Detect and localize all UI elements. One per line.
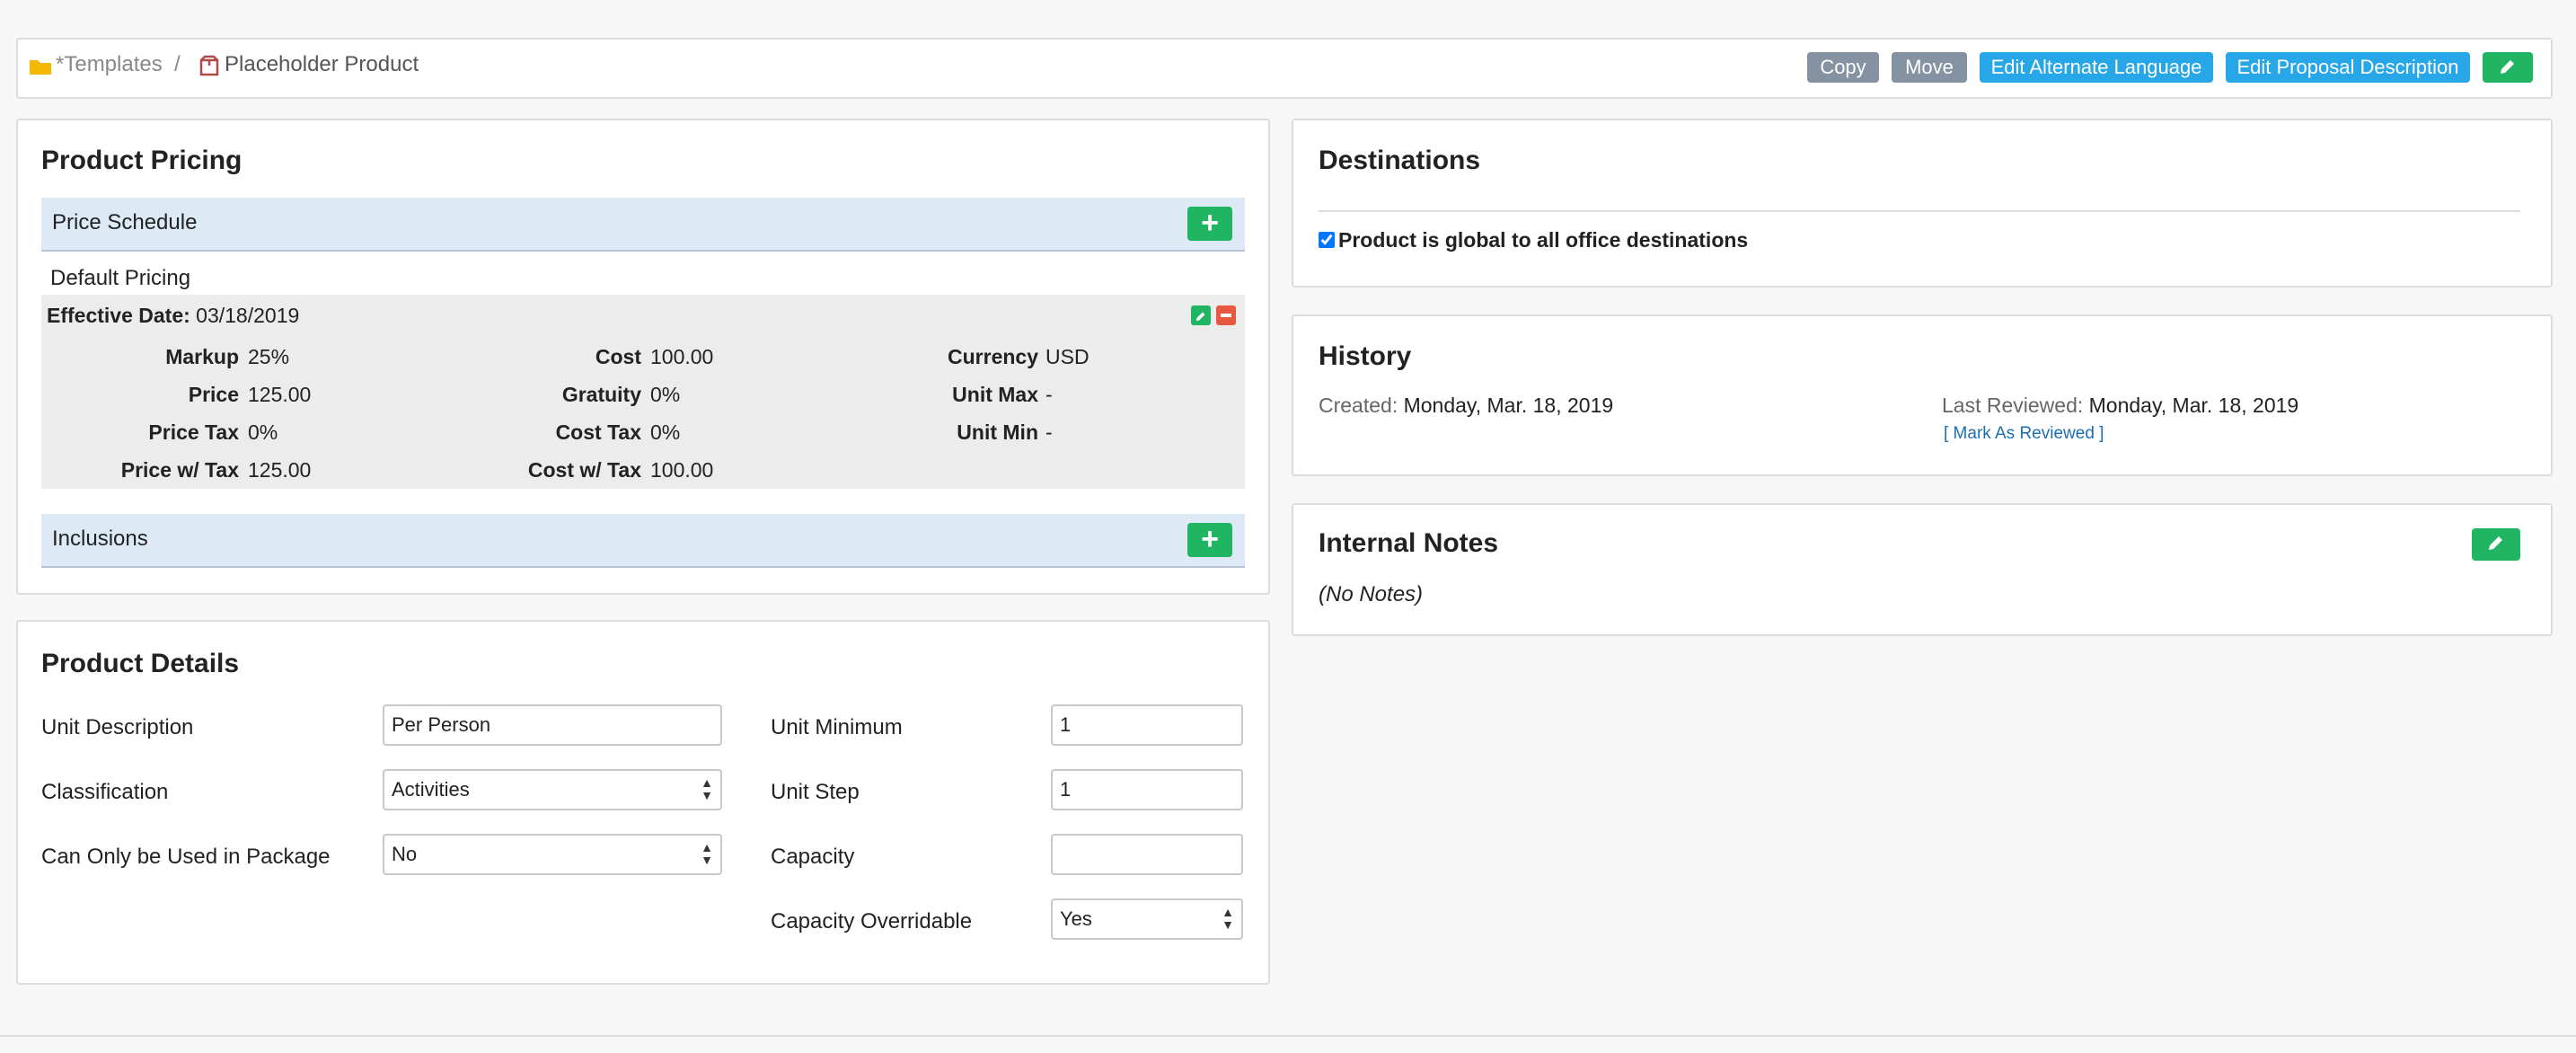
price-schedule-bar: Price Schedule bbox=[41, 198, 1245, 252]
history-title: History bbox=[1319, 341, 1412, 371]
pencil-icon bbox=[1195, 312, 1205, 322]
unit-max-value: - bbox=[1045, 383, 1053, 406]
product-box-icon bbox=[199, 55, 219, 76]
history-created: Created: Monday, Mar. 18, 2019 bbox=[1319, 394, 1613, 418]
markup-label: Markup bbox=[165, 345, 239, 368]
currency-label: Currency bbox=[948, 345, 1038, 368]
internal-notes-panel bbox=[1292, 503, 2553, 636]
capacity-overridable-value: Yes bbox=[1060, 907, 1092, 930]
inclusions-bar: Inclusions bbox=[41, 514, 1245, 568]
effective-date-value: 03/18/2019 bbox=[196, 304, 300, 327]
currency-value: USD bbox=[1045, 345, 1090, 368]
global-destinations-checkbox[interactable] bbox=[1319, 232, 1335, 248]
breadcrumb-product: Placeholder Product bbox=[225, 52, 419, 76]
edit-proposal-description-button[interactable]: Edit Proposal Description bbox=[2226, 52, 2470, 83]
destinations-panel bbox=[1292, 119, 2553, 288]
unit-min-value: - bbox=[1045, 420, 1053, 444]
select-arrows-icon: ▲ ▼ bbox=[1222, 905, 1234, 932]
classification-select[interactable]: Activities ▲ ▼ bbox=[383, 769, 722, 810]
product-details-title: Product Details bbox=[41, 649, 240, 678]
price-value: 125.00 bbox=[248, 383, 312, 406]
edit-pricing-button[interactable] bbox=[1191, 305, 1211, 325]
unit-min-label: Unit Min bbox=[957, 420, 1038, 444]
inclusions-label: Inclusions bbox=[52, 526, 148, 551]
mark-as-reviewed-link[interactable]: [ Mark As Reviewed ] bbox=[1944, 424, 2104, 444]
unit-step-label: Unit Step bbox=[771, 780, 860, 804]
pencil-icon bbox=[2501, 60, 2514, 74]
breadcrumb-separator: / bbox=[174, 52, 181, 76]
price-schedule-label: Price Schedule bbox=[52, 210, 198, 234]
unit-minimum-input[interactable] bbox=[1051, 704, 1243, 746]
cost-with-tax-label: Cost w/ Tax bbox=[527, 458, 641, 482]
created-value: Monday, Mar. 18, 2019 bbox=[1403, 394, 1614, 417]
unit-max-label: Unit Max bbox=[952, 383, 1038, 406]
folder-icon bbox=[30, 60, 51, 75]
delete-pricing-button[interactable] bbox=[1216, 305, 1236, 325]
reviewed-value: Monday, Mar. 18, 2019 bbox=[2088, 394, 2299, 417]
classification-label: Classification bbox=[41, 780, 169, 804]
gratuity-label: Gratuity bbox=[561, 383, 641, 406]
minus-icon bbox=[1221, 314, 1231, 317]
unit-step-input[interactable] bbox=[1051, 769, 1243, 810]
unit-minimum-label: Unit Minimum bbox=[771, 715, 903, 739]
copy-button[interactable]: Copy bbox=[1807, 52, 1879, 83]
cost-with-tax-value: 100.00 bbox=[650, 458, 714, 482]
default-pricing-label: Default Pricing bbox=[50, 266, 191, 290]
effective-date-label: Effective Date: bbox=[47, 304, 190, 327]
cost-tax-label: Cost Tax bbox=[555, 420, 641, 444]
created-label: Created: bbox=[1319, 394, 1398, 417]
edit-alternate-language-button[interactable]: Edit Alternate Language bbox=[1980, 52, 2213, 83]
internal-notes-title: Internal Notes bbox=[1319, 528, 1499, 558]
package-only-value: No bbox=[392, 843, 418, 865]
move-button[interactable]: Move bbox=[1892, 52, 1967, 83]
edit-product-button[interactable] bbox=[2483, 52, 2533, 83]
markup-value: 25% bbox=[248, 345, 290, 368]
cost-value: 100.00 bbox=[650, 345, 714, 368]
pencil-icon bbox=[2489, 536, 2502, 550]
add-price-schedule-button[interactable]: + bbox=[1187, 207, 1232, 241]
add-inclusion-button[interactable]: + bbox=[1187, 523, 1232, 557]
cost-label: Cost bbox=[595, 345, 641, 368]
product-pricing-title: Product Pricing bbox=[41, 146, 243, 175]
edit-notes-button[interactable] bbox=[2472, 528, 2520, 561]
cost-tax-value: 0% bbox=[650, 420, 681, 444]
price-with-tax-label: Price w/ Tax bbox=[120, 458, 239, 482]
breadcrumb-folder-link[interactable]: *Templates bbox=[56, 52, 163, 77]
global-destinations-label: Product is global to all office destinat… bbox=[1338, 228, 1749, 252]
capacity-overridable-select[interactable]: Yes ▲ ▼ bbox=[1051, 898, 1243, 940]
package-only-select[interactable]: No ▲ ▼ bbox=[383, 834, 722, 875]
capacity-overridable-label: Capacity Overridable bbox=[771, 909, 973, 934]
unit-description-input[interactable] bbox=[383, 704, 722, 746]
destinations-divider bbox=[1319, 210, 2520, 212]
capacity-label: Capacity bbox=[771, 845, 855, 869]
price-label: Price bbox=[188, 383, 239, 406]
notes-empty-text: (No Notes) bbox=[1319, 582, 1424, 606]
capacity-input[interactable] bbox=[1051, 834, 1243, 875]
footer-divider bbox=[0, 1035, 2576, 1037]
price-tax-label: Price Tax bbox=[148, 420, 239, 444]
history-reviewed: Last Reviewed: Monday, Mar. 18, 2019 bbox=[1942, 394, 2298, 418]
select-arrows-icon: ▲ ▼ bbox=[701, 840, 713, 867]
unit-description-label: Unit Description bbox=[41, 715, 194, 739]
destinations-title: Destinations bbox=[1319, 146, 1481, 175]
classification-value: Activities bbox=[392, 778, 470, 801]
effective-date: Effective Date: 03/18/2019 bbox=[47, 304, 299, 328]
price-tax-value: 0% bbox=[248, 420, 278, 444]
reviewed-label: Last Reviewed: bbox=[1942, 394, 2084, 417]
select-arrows-icon: ▲ ▼ bbox=[701, 775, 713, 802]
price-with-tax-value: 125.00 bbox=[248, 458, 312, 482]
package-only-label: Can Only be Used in Package bbox=[41, 845, 331, 869]
gratuity-value: 0% bbox=[650, 383, 681, 406]
